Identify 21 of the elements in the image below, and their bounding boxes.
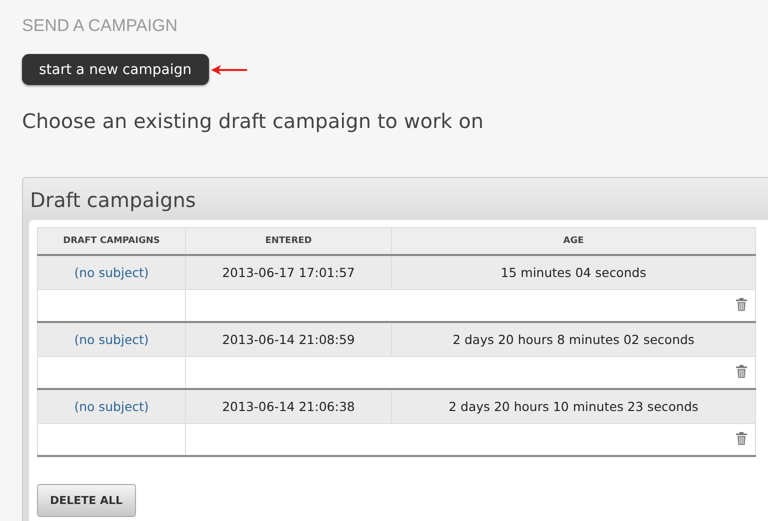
delete-all-button[interactable]: DELETE ALL	[37, 484, 136, 517]
arrow-icon	[210, 64, 247, 74]
table-cell: 15 minutes 04 seconds	[392, 255, 756, 290]
trash-icon[interactable]	[736, 432, 747, 444]
column-header: DRAFT CAMPAIGNS	[38, 228, 186, 255]
subject-link[interactable]: (no subject)	[74, 332, 149, 347]
table-cell: 2 days 20 hours 10 minutes 23 seconds	[392, 389, 756, 424]
table-cell: 2013-06-14 21:08:59	[186, 322, 392, 356]
table-cell: 2013-06-17 17:01:57	[186, 255, 392, 290]
trash-icon[interactable]	[736, 298, 747, 310]
page-title: SEND A CAMPAIGN	[22, 16, 179, 36]
column-header: ENTERED	[186, 228, 392, 255]
panel-title: Draft campaigns	[30, 188, 197, 212]
table-cell: 2 days 20 hours 8 minutes 02 seconds	[392, 322, 756, 356]
trash-icon[interactable]	[736, 364, 747, 378]
subject-link[interactable]: (no subject)	[74, 399, 149, 414]
prompt-heading: Choose an existing draft campaign to work on	[22, 109, 485, 133]
subject-link[interactable]: (no subject)	[74, 265, 149, 280]
column-header: AGE	[392, 228, 756, 255]
table-cell: 2013-06-14 21:06:38	[186, 389, 392, 424]
new-campaign-button[interactable]: start a new campaign	[22, 54, 209, 85]
